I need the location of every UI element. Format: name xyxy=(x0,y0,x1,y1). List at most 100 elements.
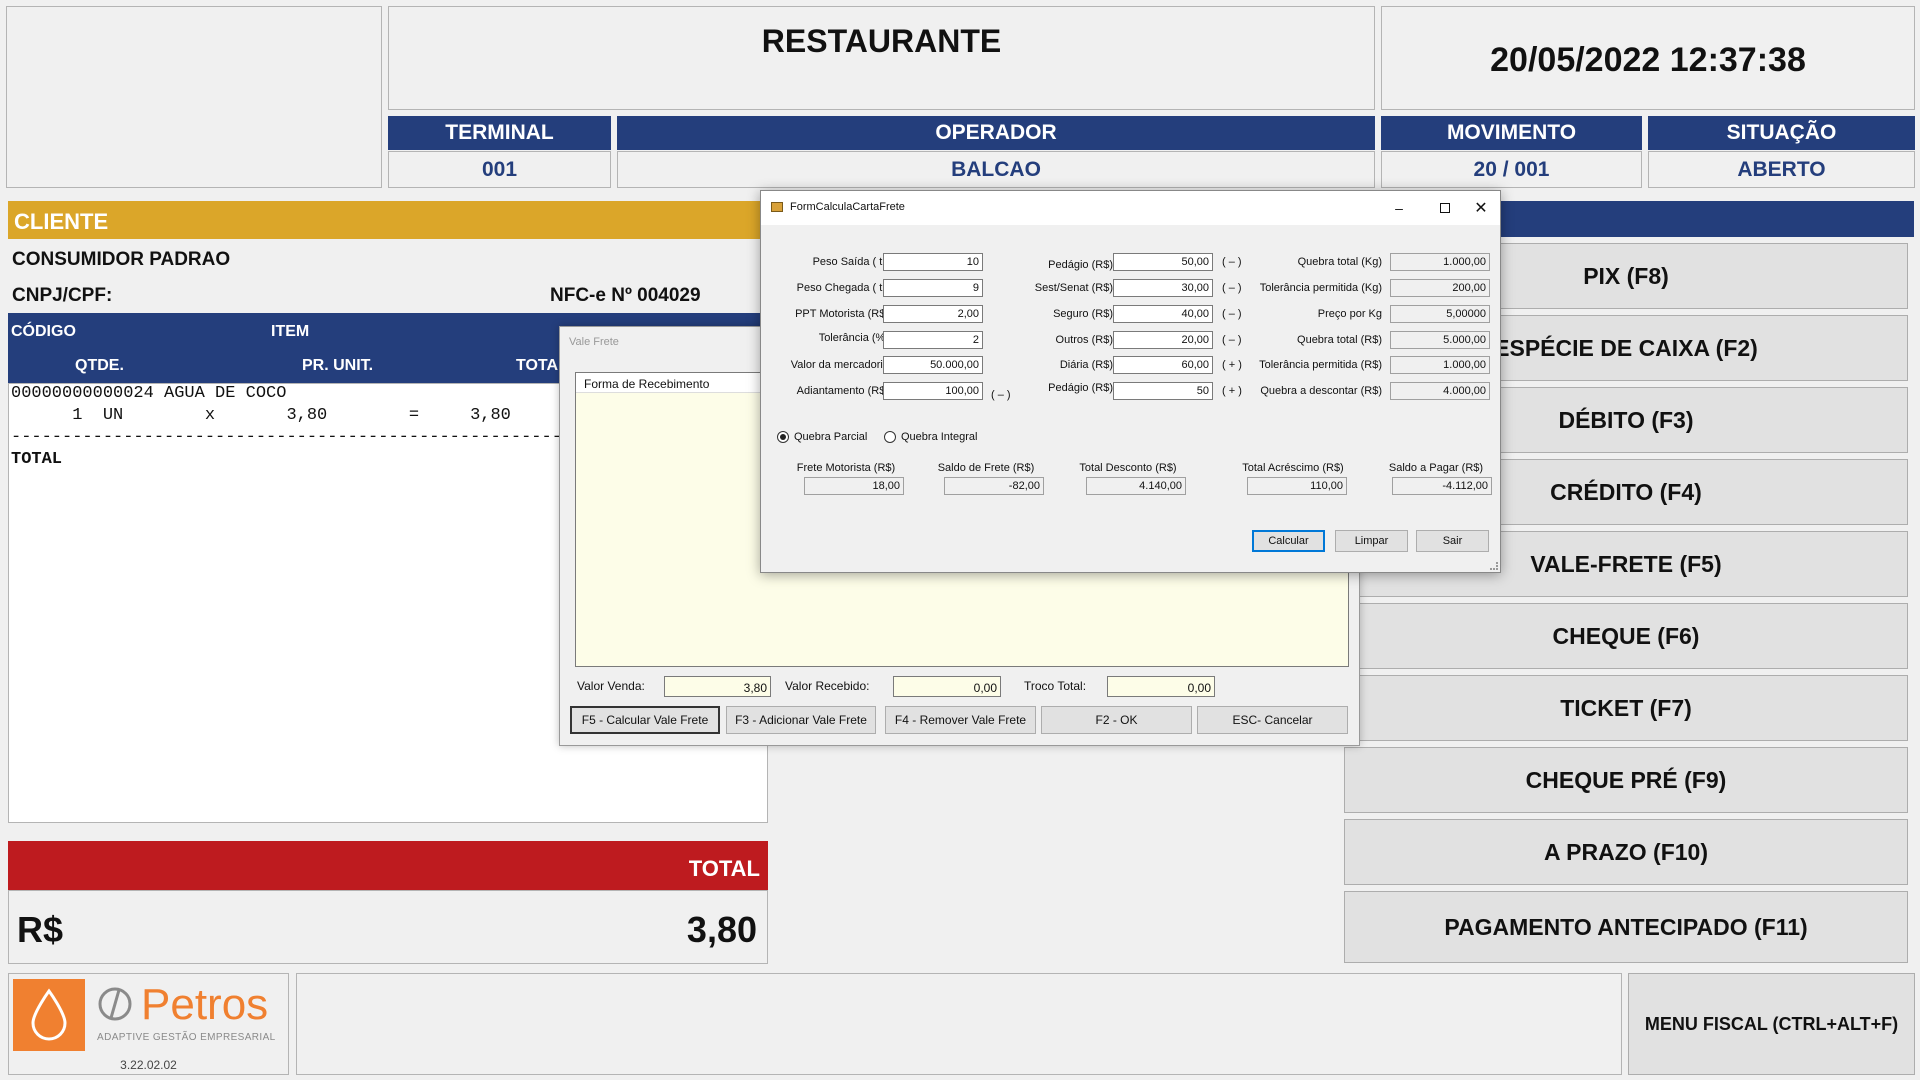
movimento-label: MOVIMENTO xyxy=(1381,116,1642,150)
calc-title: FormCalculaCartaFrete xyxy=(790,201,905,213)
peso-saida-field[interactable]: 10 xyxy=(883,253,983,271)
close-icon[interactable]: ✕ xyxy=(1461,191,1501,225)
tolerancia-permitida-rs-label: Tolerância permitida (R$) xyxy=(1259,359,1382,371)
total-acrescimo-label: Total Acréscimo (R$) xyxy=(1242,462,1344,474)
cheque-button[interactable]: CHEQUE (F6) xyxy=(1344,603,1908,669)
valor-recebido-label: Valor Recebido: xyxy=(785,679,870,693)
menu-fiscal-button[interactable]: MENU FISCAL (CTRL+ALT+F) xyxy=(1628,973,1915,1075)
terminal-value: 001 xyxy=(388,151,611,188)
sest-senat-label: Sest/Senat (R$) xyxy=(1034,282,1113,294)
item-line-2: 1 UN x 3,80 = 3,80 xyxy=(11,406,511,425)
seguro-label: Seguro (R$) xyxy=(1053,308,1113,320)
radio-quebra-integral-label: Quebra Integral xyxy=(901,431,978,443)
troco-total-label: Troco Total: xyxy=(1024,679,1087,693)
datetime-panel: 20/05/2022 12:37:38 xyxy=(1381,6,1915,110)
item-line-1: 00000000000024 AGUA DE COCO xyxy=(11,384,287,403)
sair-button[interactable]: Sair xyxy=(1416,530,1489,552)
pedagio-field[interactable]: 50,00 xyxy=(1113,253,1213,271)
ticket-button[interactable]: TICKET (F7) xyxy=(1344,675,1908,741)
diaria-field[interactable]: 60,00 xyxy=(1113,356,1213,374)
ok-button[interactable]: F2 - OK xyxy=(1041,706,1192,734)
valor-venda-field[interactable]: 3,80 xyxy=(664,676,771,697)
pedagio-acrescimo-sign: ( + ) xyxy=(1222,385,1242,397)
frete-motorista-field: 18,00 xyxy=(804,477,904,495)
total-label: TOTAL xyxy=(688,856,760,881)
nfce-number: NFC-e Nº 004029 xyxy=(550,285,701,306)
item-separator: ----------------------------------------… xyxy=(11,428,593,447)
total-value: 3,80 xyxy=(686,909,757,950)
adiantamento-label: Adiantamento (R$) xyxy=(796,385,889,397)
tolerancia-label: Tolerância (%) xyxy=(818,332,889,344)
outros-sign: ( – ) xyxy=(1222,334,1242,346)
radio-quebra-parcial[interactable]: Quebra Parcial xyxy=(777,431,867,443)
valor-recebido-field[interactable]: 0,00 xyxy=(893,676,1001,697)
logo-panel: Petros ADAPTIVE GESTÃO EMPRESARIAL 3.22.… xyxy=(8,973,289,1075)
tolerancia-permitida-kg-field: 200,00 xyxy=(1390,279,1490,297)
calc-frete-dialog: FormCalculaCartaFrete – ✕ Peso Saída ( t… xyxy=(760,190,1501,573)
total-value-panel: R$ 3,80 xyxy=(8,890,768,964)
pedagio-acrescimo-field[interactable]: 50 xyxy=(1113,382,1213,400)
radio-quebra-integral[interactable]: Quebra Integral xyxy=(884,431,977,443)
calcular-button[interactable]: Calcular xyxy=(1252,530,1325,552)
adicionar-vale-frete-button[interactable]: F3 - Adicionar Vale Frete xyxy=(726,706,876,734)
sest-senat-field[interactable]: 30,00 xyxy=(1113,279,1213,297)
logo-brand: Petros xyxy=(141,980,269,1029)
situacao-value: ABERTO xyxy=(1648,151,1915,188)
calc-titlebar[interactable]: FormCalculaCartaFrete – ✕ xyxy=(761,191,1500,225)
remover-vale-frete-button[interactable]: F4 - Remover Vale Frete xyxy=(885,706,1036,734)
a-prazo-button[interactable]: A PRAZO (F10) xyxy=(1344,819,1908,885)
diaria-label: Diária (R$) xyxy=(1059,359,1113,371)
troco-total-field[interactable]: 0,00 xyxy=(1107,676,1215,697)
limpar-button[interactable]: Limpar xyxy=(1335,530,1408,552)
quebra-total-rs-field: 5.000,00 xyxy=(1390,331,1490,349)
minimize-icon[interactable]: – xyxy=(1376,191,1422,225)
col-codigo: CÓDIGO xyxy=(11,323,76,340)
tolerancia-field[interactable]: 2 xyxy=(883,331,983,349)
preco-por-kg-label: Preço por Kg xyxy=(1317,308,1382,320)
quebra-descontar-label: Quebra a descontar (R$) xyxy=(1260,385,1382,397)
frete-motorista-label: Frete Motorista (R$) xyxy=(796,462,896,474)
logo-drop-icon xyxy=(13,979,85,1051)
title-panel: RESTAURANTE xyxy=(388,6,1375,110)
cancelar-button[interactable]: ESC- Cancelar xyxy=(1197,706,1348,734)
logo-petros-mark xyxy=(97,986,133,1022)
diaria-sign: ( + ) xyxy=(1222,359,1242,371)
preco-por-kg-field: 5,00000 xyxy=(1390,305,1490,323)
col-qtde: QTDE. xyxy=(75,357,124,374)
situacao-label: SITUAÇÃO xyxy=(1648,116,1915,150)
seguro-field[interactable]: 40,00 xyxy=(1113,305,1213,323)
resize-grip-icon[interactable] xyxy=(1490,562,1498,570)
cliente-header: CLIENTE xyxy=(8,201,768,239)
movimento-value: 20 / 001 xyxy=(1381,151,1642,188)
saldo-pagar-field: -4.112,00 xyxy=(1392,477,1492,495)
col-item: ITEM xyxy=(271,323,310,340)
valor-mercadoria-field[interactable]: 50.000,00 xyxy=(883,356,983,374)
adiantamento-field[interactable]: 100,00 xyxy=(883,382,983,400)
vale-frete-title: Vale Frete xyxy=(569,336,619,348)
valor-mercadoria-label: Valor da mercadoria xyxy=(790,359,889,371)
outros-label: Outros (R$) xyxy=(1055,334,1113,346)
cliente-name: CONSUMIDOR PADRAO xyxy=(12,249,231,270)
total-desconto-label: Total Desconto (R$) xyxy=(1079,462,1177,474)
top-left-panel xyxy=(6,6,382,188)
operador-label: OPERADOR xyxy=(617,116,1375,150)
outros-field[interactable]: 20,00 xyxy=(1113,331,1213,349)
terminal-label: TERMINAL xyxy=(388,116,611,150)
ppt-motorista-field[interactable]: 2,00 xyxy=(883,305,983,323)
datetime-display: 20/05/2022 12:37:38 xyxy=(1490,41,1806,79)
total-line: TOTAL xyxy=(11,450,63,469)
saldo-pagar-label: Saldo a Pagar (R$) xyxy=(1388,462,1484,474)
operador-value: BALCAO xyxy=(617,151,1375,188)
quebra-total-kg-field: 1.000,00 xyxy=(1390,253,1490,271)
ppt-motorista-label: PPT Motorista (R$) xyxy=(795,308,889,320)
pedagio-sign: ( – ) xyxy=(1222,256,1242,268)
seguro-sign: ( – ) xyxy=(1222,308,1242,320)
calcular-vale-frete-button[interactable]: F5 - Calcular Vale Frete xyxy=(570,706,720,734)
pagamento-antecipado-button[interactable]: PAGAMENTO ANTECIPADO (F11) xyxy=(1344,891,1908,963)
radio-checked-icon xyxy=(777,431,789,443)
pedagio-label: Pedágio (R$) xyxy=(1048,259,1113,271)
cheque-pre-button[interactable]: CHEQUE PRÉ (F9) xyxy=(1344,747,1908,813)
peso-chegada-field[interactable]: 9 xyxy=(883,279,983,297)
menu-fiscal-label: MENU FISCAL (CTRL+ALT+F) xyxy=(1644,1013,1899,1034)
tolerancia-permitida-kg-label: Tolerância permitida (Kg) xyxy=(1259,282,1382,294)
